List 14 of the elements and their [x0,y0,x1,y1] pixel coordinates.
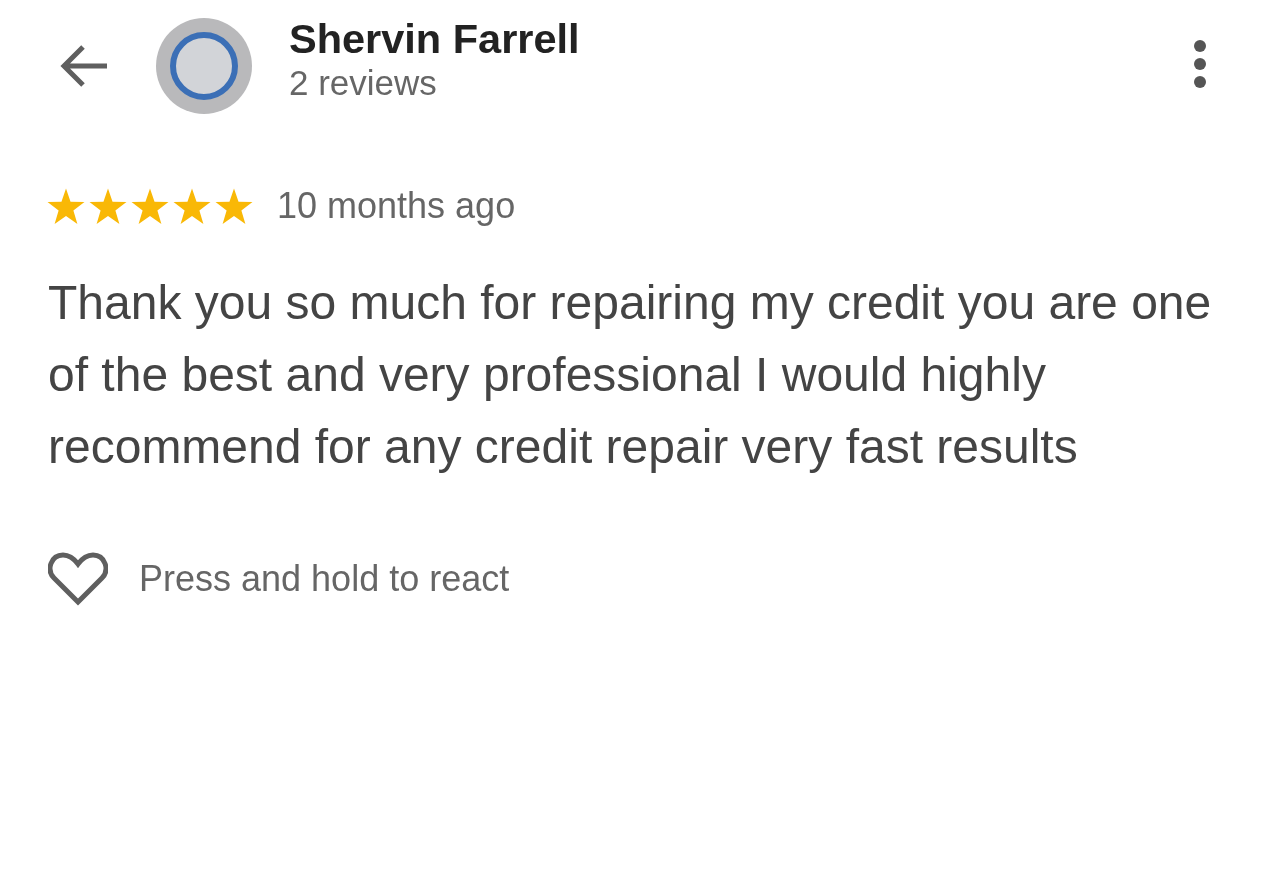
react-button[interactable] [48,551,108,606]
review-time: 10 months ago [277,186,516,226]
star-filled-icon [47,187,85,225]
heart-icon [48,551,108,606]
star-filled-icon [215,187,253,225]
react-hint: Press and hold to react [139,557,510,600]
star-filled-icon [173,187,211,225]
reviewer-name: Shervin Farrell [289,15,580,63]
star-filled-icon [89,187,127,225]
back-arrow-icon [59,44,109,88]
more-vertical-icon [1193,40,1207,88]
review-count: 2 reviews [289,63,438,103]
star-filled-icon [131,187,169,225]
review-text: Thank you so much for repairing my credit you are one of the best and very professional I would highly recommend for any credit repair very fast results [47,275,1213,475]
